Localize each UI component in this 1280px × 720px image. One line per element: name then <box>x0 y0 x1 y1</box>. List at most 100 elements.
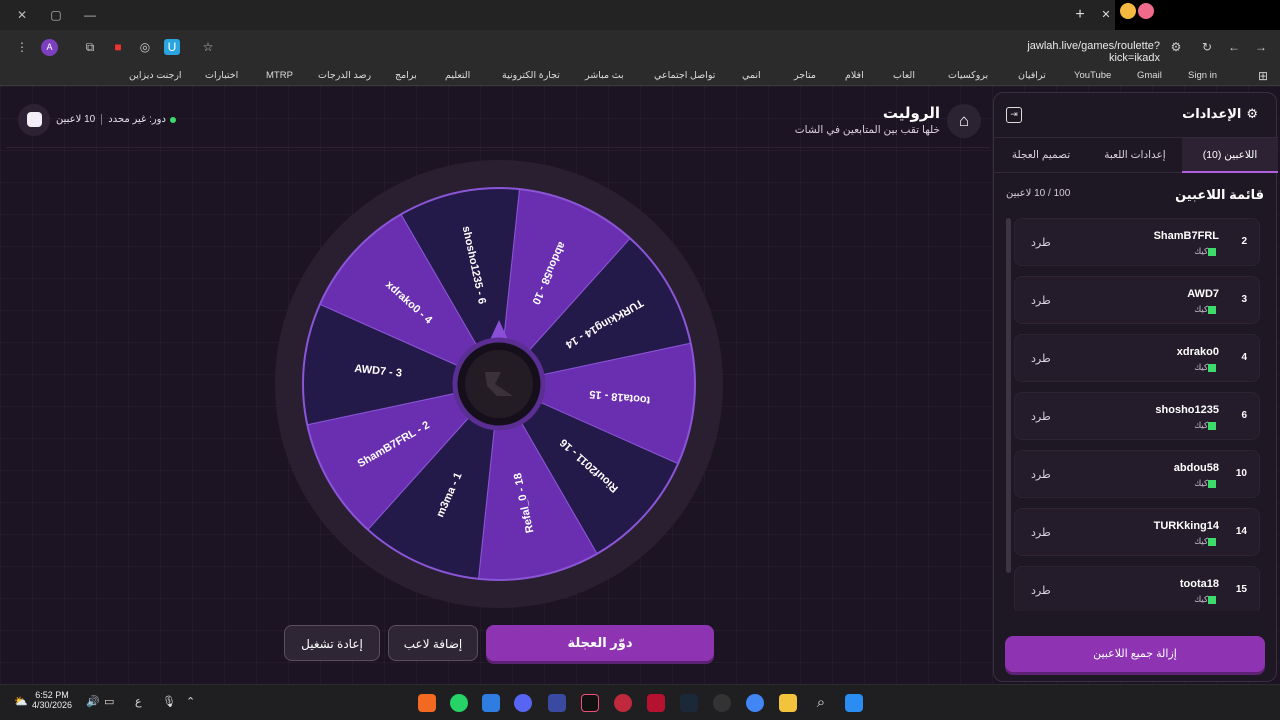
tab-right-area <box>1115 0 1280 30</box>
kick-player-button[interactable]: طرد <box>1031 410 1051 423</box>
extension-icon[interactable]: ■ <box>110 39 126 55</box>
bookmark-item[interactable]: رصد الدرجات <box>318 68 371 83</box>
steam-icon[interactable] <box>680 694 698 712</box>
kick-icon <box>1208 537 1216 546</box>
new-tab-icon[interactable]: + <box>1070 5 1090 25</box>
url-bar[interactable]: jawlah.live/games/roulette?kick=ikadx <box>980 40 1160 64</box>
home-button[interactable]: ⌂ <box>947 104 981 138</box>
bookmark-item[interactable]: العاب <box>893 68 915 83</box>
clock-time: 6:52 PM <box>35 690 69 700</box>
kick-player-button[interactable]: طرد <box>1031 352 1051 365</box>
tab-game-settings[interactable]: إعدادات اللعبة <box>1088 138 1182 173</box>
players-list-title: قائمة اللاعبين <box>1175 187 1264 202</box>
minimize-icon[interactable]: — <box>80 6 100 24</box>
collapse-panel-icon[interactable]: ⇥ <box>1006 107 1022 123</box>
bookmark-item[interactable]: برامج <box>395 68 417 83</box>
online-dot-icon <box>169 116 176 123</box>
player-source: كيك <box>1194 246 1219 257</box>
weather-icon[interactable]: ⛅ <box>14 695 28 708</box>
player-number: 4 <box>1241 352 1247 363</box>
chevron-up-icon[interactable]: ⌃ <box>186 695 195 708</box>
bookmark-item[interactable]: YouTube <box>1074 68 1111 83</box>
language-indicator[interactable]: ع <box>135 695 142 708</box>
bookmarks-bar: Sign in Gmail YouTube ترافيان بروكسيات ا… <box>0 65 1280 86</box>
maximize-icon[interactable]: ▢ <box>46 6 66 24</box>
bookmark-star-icon[interactable]: ☆ <box>200 39 216 55</box>
player-row: 3 AWD7 كيك طرد <box>1014 276 1260 324</box>
extension-icon[interactable]: ◎ <box>137 39 153 55</box>
brave-icon[interactable] <box>418 694 436 712</box>
app-icon[interactable] <box>614 694 632 712</box>
kick-icon <box>1208 595 1216 604</box>
app-icon[interactable] <box>482 694 500 712</box>
clock[interactable]: 6:52 PM 4/30/2026 <box>32 690 72 710</box>
back-icon[interactable]: ← <box>1226 39 1242 55</box>
bookmark-item[interactable]: تجارة الكترونية <box>502 68 560 83</box>
gear-icon: ⚙ <box>1246 106 1258 121</box>
profile-avatar[interactable]: A <box>41 39 58 56</box>
bookmark-item[interactable]: بروكسيات <box>948 68 988 83</box>
close-tab-icon[interactable]: ✕ <box>1098 5 1114 25</box>
wheel-graphic[interactable]: abdou58 - 10TURKking14 - 14toota18 - 15R… <box>275 160 723 608</box>
bookmark-item[interactable]: MTRP <box>266 68 293 83</box>
start-icon[interactable] <box>845 694 863 712</box>
bookmark-item[interactable]: بث مباشر <box>585 68 624 83</box>
bookmark-item[interactable]: متاجر <box>794 68 816 83</box>
player-number: 3 <box>1241 294 1247 305</box>
bookmark-item[interactable]: التعليم <box>445 68 470 83</box>
player-number: 10 <box>1235 468 1247 479</box>
app-icon[interactable] <box>713 694 731 712</box>
apps-grid-icon[interactable]: ⊞ <box>1255 68 1271 84</box>
whatsapp-icon[interactable] <box>450 694 468 712</box>
microphone-icon[interactable]: 🎙 <box>162 695 176 708</box>
extensions-icon[interactable]: ⧉ <box>82 39 98 55</box>
app-icon[interactable] <box>548 694 566 712</box>
bookmark-item[interactable]: اختبارات <box>205 68 238 83</box>
bookmark-item[interactable]: Sign in <box>1188 68 1217 83</box>
bookmark-item[interactable]: ارجنت ديزاين <box>129 68 182 83</box>
extension-icon[interactable]: U <box>164 39 180 55</box>
bookmark-item[interactable]: انمي <box>742 68 761 83</box>
taskbar: ⛅ 6:52 PM 4/30/2026 🔊 ▭ ع 🎙 ⌃ ⌕ <box>0 684 1280 720</box>
bookmark-item[interactable]: افلام <box>845 68 864 83</box>
clear-all-players-button[interactable]: إزالة جميع اللاعبين <box>1005 636 1265 672</box>
close-window-icon[interactable]: ✕ <box>12 6 32 24</box>
display-icon[interactable]: ▭ <box>104 695 114 708</box>
reload-icon[interactable]: ↻ <box>1199 39 1215 55</box>
turn-status: دور: غير محدد <box>108 114 166 126</box>
player-source: كيك <box>1194 478 1219 489</box>
kick-player-button[interactable]: طرد <box>1031 468 1051 481</box>
settings-tabs: اللاعبين (10) إعدادات اللعبة تصميم العجل… <box>994 137 1278 173</box>
roulette-wheel[interactable]: abdou58 - 10 TURKking14 - 14 toota18 - 15 R… <box>275 160 723 608</box>
online-count: 10 لاعبين <box>56 114 96 126</box>
kick-player-button[interactable]: طرد <box>1031 236 1051 249</box>
app-icon[interactable] <box>647 694 665 712</box>
volume-icon[interactable]: 🔊 <box>86 695 100 708</box>
bookmark-item[interactable]: تواصل اجتماعي <box>654 68 715 83</box>
search-icon[interactable]: ⌕ <box>812 694 830 712</box>
bookmark-item[interactable]: ترافيان <box>1018 68 1046 83</box>
kick-player-button[interactable]: طرد <box>1031 294 1051 307</box>
scrollbar[interactable] <box>1006 218 1011 573</box>
player-name: xdrako0 <box>1176 346 1219 358</box>
settings-title: ⚙الإعدادات <box>1182 106 1258 121</box>
tiktok-icon[interactable] <box>581 694 599 712</box>
spin-button[interactable]: دوّر العجلة <box>486 625 714 661</box>
tab-players[interactable]: اللاعبين (10) <box>1182 138 1278 173</box>
bookmark-item[interactable]: Gmail <box>1137 68 1162 83</box>
clock-date: 4/30/2026 <box>32 700 73 710</box>
discord-icon[interactable] <box>514 694 532 712</box>
site-settings-icon[interactable]: ⚙ <box>1168 39 1184 55</box>
player-source: كيك <box>1194 362 1219 373</box>
add-player-button[interactable]: إضافة لاعب <box>388 625 478 661</box>
file-explorer-icon[interactable] <box>779 694 797 712</box>
kick-player-button[interactable]: طرد <box>1031 584 1051 597</box>
restart-button[interactable]: إعادة تشغيل <box>284 625 380 661</box>
chrome-icon[interactable] <box>746 694 764 712</box>
player-name: ShamB7FRL <box>1153 230 1219 242</box>
kick-player-button[interactable]: طرد <box>1031 526 1051 539</box>
tab-wheel-design[interactable]: تصميم العجلة <box>994 138 1088 173</box>
forward-icon[interactable]: → <box>1253 39 1269 55</box>
menu-icon[interactable]: ⋮ <box>14 39 30 55</box>
player-name: AWD7 <box>1187 288 1219 300</box>
